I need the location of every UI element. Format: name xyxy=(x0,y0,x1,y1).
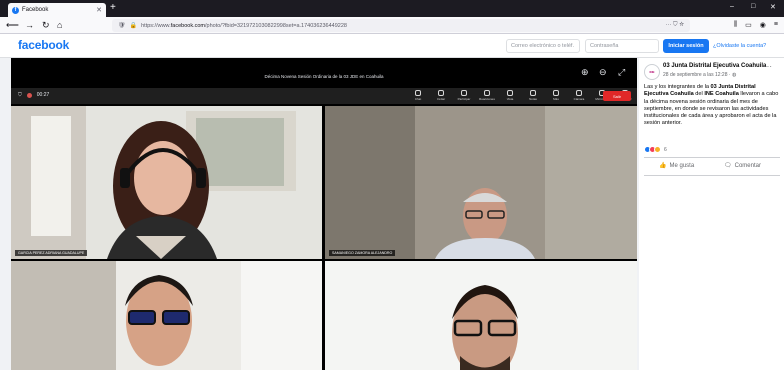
address-bar[interactable]: 🛡 🔒 https://www. facebook.com/photo/?fbid… xyxy=(112,19,690,32)
forward-icon[interactable]: → xyxy=(25,20,34,31)
browser-toolbar: ⟵ → ↻ ⌂ 🛡 🔒 https://www. facebook.com/pho… xyxy=(0,17,784,34)
more-options-icon[interactable]: ··· xyxy=(764,62,772,71)
meeting-toolbar: ⛉ 00:27 Chat Invitar Participar Reaccion… xyxy=(11,88,637,104)
divider xyxy=(644,157,780,158)
reload-icon[interactable]: ↻ xyxy=(42,20,50,31)
reactions-summary[interactable]: 6 xyxy=(644,146,667,153)
mention-link[interactable]: INE Coahuila xyxy=(704,91,739,97)
lock-icon: 🔒 xyxy=(129,23,138,29)
close-window-icon[interactable]: ✕ xyxy=(770,3,776,11)
people-icon xyxy=(438,90,444,96)
more-icon xyxy=(553,90,559,96)
facebook-logo[interactable]: facebook xyxy=(18,38,69,52)
participant-name: GARCIA PEREZ ADRIANA GUADALUPE xyxy=(15,250,88,256)
video-tile xyxy=(11,261,322,370)
participant-video xyxy=(11,106,322,259)
post-date-text: 28 de septiembre a las 12:28 · xyxy=(663,72,732,78)
page-name-link[interactable]: 03 Junta Distrital Ejecutiva Coahuila xyxy=(663,63,769,69)
page-actions-icon[interactable]: ··· ⛉ ☆ xyxy=(665,22,684,29)
forgot-account-link[interactable]: ¿Olvidaste la cuenta? xyxy=(713,43,766,49)
post-body: Las y los integrantes de la 03 Junta Dis… xyxy=(644,84,779,127)
record-dot-icon xyxy=(26,92,32,98)
view-button: Vista xyxy=(501,89,519,103)
fullscreen-icon[interactable]: ⤢ xyxy=(618,67,625,78)
invite-button: Invitar xyxy=(432,89,450,103)
comment-label: Comentar xyxy=(734,162,761,169)
facebook-favicon-icon: f xyxy=(12,6,19,14)
browser-extensions: ⫼ ▭ ◉ ≡ xyxy=(734,21,778,29)
library-icon[interactable]: ⫼ xyxy=(734,21,737,29)
photo-viewer: Décima Novena Sesión Ordinaria de la 03 … xyxy=(11,58,637,370)
new-tab-icon[interactable]: + xyxy=(110,2,116,13)
globe-icon: ◍ xyxy=(731,72,737,78)
camera-button: Cámara xyxy=(570,89,588,103)
participant-video xyxy=(325,106,637,259)
more-button: Más xyxy=(547,89,565,103)
post-timestamp[interactable]: 28 de septiembre a las 12:28 · ◍ xyxy=(663,72,736,78)
hand-icon xyxy=(461,90,467,96)
video-tile: SAMANIEGO ZAMORA ALEJANDRO xyxy=(325,106,637,259)
zoom-out-icon[interactable]: ⊖ xyxy=(599,67,607,78)
shield-icon: 🛡 xyxy=(118,23,126,29)
facebook-header: facebook Correo electrónico o teléf. Con… xyxy=(0,34,784,58)
back-icon[interactable]: ⟵ xyxy=(6,20,19,31)
divider xyxy=(644,175,780,176)
shield-icon: ⛉ xyxy=(18,92,22,98)
leave-button: Salir xyxy=(603,91,631,101)
video-tile xyxy=(325,261,637,370)
thumbs-up-icon: 👍 xyxy=(659,163,667,169)
recording-time: 00:27 xyxy=(36,92,50,98)
notes-icon xyxy=(530,90,536,96)
participant-video xyxy=(11,261,322,370)
care-reaction-icon xyxy=(654,146,661,153)
password-field[interactable]: Contraseña xyxy=(585,39,659,53)
video-tile: GARCIA PEREZ ADRIANA GUADALUPE xyxy=(11,106,322,259)
chat-button: Chat xyxy=(409,89,427,103)
recording-indicator: ⛉ 00:27 xyxy=(18,92,49,98)
email-field[interactable]: Correo electrónico o teléf. xyxy=(506,39,580,53)
sidebar-icon[interactable]: ▭ xyxy=(745,21,752,29)
login-button[interactable]: Iniciar sesión xyxy=(663,39,709,53)
camera-icon xyxy=(576,90,582,96)
comment-icon: 🗨 xyxy=(724,163,732,169)
zoom-in-icon[interactable]: ⊕ xyxy=(581,67,589,78)
page-avatar[interactable]: INE xyxy=(644,64,660,80)
reactions-button: Reacciones xyxy=(478,89,496,103)
account-icon[interactable]: ◉ xyxy=(760,21,766,29)
like-button[interactable]: 👍 Me gusta xyxy=(659,162,695,170)
grid-icon xyxy=(507,90,513,96)
participant-name: SAMANIEGO ZAMORA ALEJANDRO xyxy=(329,250,396,256)
url-path: /photo/?fbid=3219721030822998set=a.17403… xyxy=(205,22,347,29)
smiley-icon xyxy=(484,90,490,96)
chat-icon xyxy=(415,90,421,96)
close-tab-icon[interactable]: ✕ xyxy=(96,6,102,14)
participant-video xyxy=(325,261,637,370)
browser-tab[interactable]: f Facebook ✕ xyxy=(8,3,106,17)
comment-button[interactable]: 🗨 Comentar xyxy=(724,162,761,170)
minimize-icon[interactable]: – xyxy=(730,3,734,10)
url-host: facebook.com xyxy=(170,22,206,29)
post-panel: INE 03 Junta Distrital Ejecutiva Coahuil… xyxy=(639,58,784,370)
like-label: Me gusta xyxy=(669,162,695,169)
maximize-icon[interactable]: □ xyxy=(751,3,755,10)
tab-title: Facebook xyxy=(22,7,49,13)
meeting-title: Décima Novena Sesión Ordinaria de la 03 … xyxy=(264,74,384,79)
browser-tab-strip: f Facebook ✕ + – □ ✕ xyxy=(0,0,784,17)
home-icon[interactable]: ⌂ xyxy=(57,20,62,31)
url-prefix: https://www. xyxy=(141,22,171,29)
menu-icon[interactable]: ≡ xyxy=(774,21,778,29)
participate-button: Participar xyxy=(455,89,473,103)
reaction-count: 6 xyxy=(664,146,667,153)
notes-button: Notas xyxy=(524,89,542,103)
